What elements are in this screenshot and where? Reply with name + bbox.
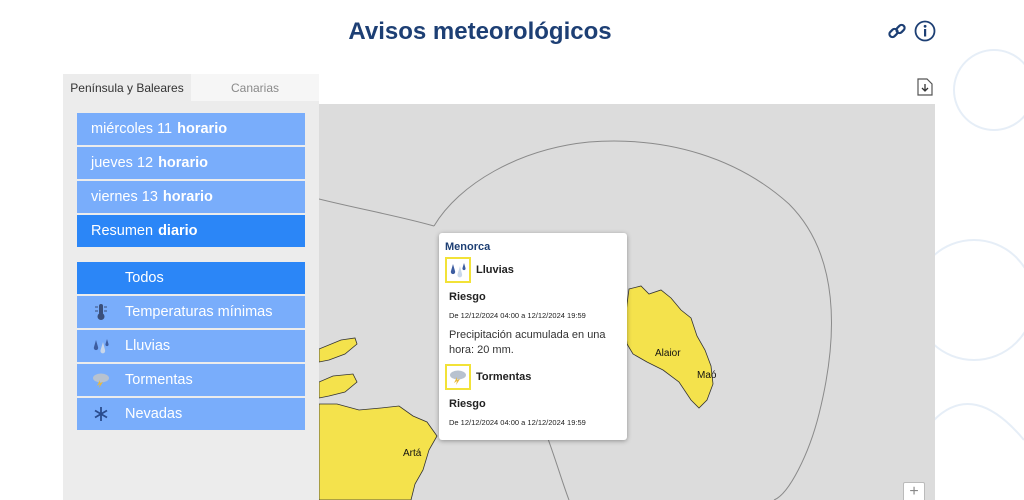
thermometer-icon (77, 303, 125, 321)
place-alaior: Alaior (655, 348, 681, 359)
day-list: miércoles 11 horario jueves 12 horario vie… (77, 113, 305, 249)
warning-popup: Menorca Lluvias Riesgo De 12/12/2024 04:… (439, 233, 627, 440)
day-mode: diario (158, 223, 198, 239)
alert-period: De 12/12/2024 04:00 a 12/12/2024 19:59 (449, 311, 586, 320)
alert-tormentas: Tormentas (445, 364, 621, 390)
type-item-todos[interactable]: Todos (77, 262, 305, 294)
type-label: Temperaturas mínimas (125, 304, 273, 320)
sidebar-panel: Península y Baleares Canarias miércoles … (63, 74, 319, 500)
warning-type-list: Todos Temperaturas mínimas Lluvias Torme… (77, 262, 305, 432)
alert-risk: Riesgo (449, 398, 486, 410)
rain-icon (445, 257, 471, 283)
day-mode: horario (162, 189, 213, 205)
alert-lluvias: Lluvias (445, 257, 621, 283)
type-item-temperaturas[interactable]: Temperaturas mínimas (77, 296, 305, 328)
menorca-island (624, 285, 714, 409)
background-watermark (934, 49, 1024, 441)
place-mao: Maó (697, 370, 717, 381)
tab-peninsula-baleares[interactable]: Península y Baleares (63, 74, 191, 101)
alert-name: Lluvias (476, 264, 514, 276)
day-mode: horario (177, 121, 228, 137)
tab-canarias[interactable]: Canarias (191, 74, 319, 101)
day-label: viernes 13 (91, 189, 158, 205)
mallorca-northeast (319, 337, 358, 363)
day-item-resumen[interactable]: Resumen diario (77, 215, 305, 247)
type-label: Lluvias (125, 338, 171, 354)
alert-risk: Riesgo (449, 291, 486, 303)
snowflake-icon (77, 406, 125, 422)
day-item-viernes[interactable]: viernes 13 horario (77, 181, 305, 213)
day-label: jueves 12 (91, 155, 154, 171)
type-item-tormentas[interactable]: Tormentas (77, 364, 305, 396)
link-icon[interactable] (886, 20, 908, 42)
alert-description: Precipitación acumulada en una hora: 20 … (449, 329, 606, 356)
type-label: Todos (125, 270, 164, 286)
download-icon[interactable] (917, 78, 933, 96)
day-label: miércoles 11 (91, 121, 173, 137)
region-tabs: Península y Baleares Canarias (63, 74, 319, 101)
mallorca-north (319, 373, 358, 399)
type-item-nevadas[interactable]: Nevadas (77, 398, 305, 430)
page-title: Avisos meteorológicos (348, 18, 612, 45)
day-mode: horario (158, 155, 209, 171)
day-label: Resumen (91, 223, 154, 239)
type-label: Tormentas (125, 372, 193, 388)
place-arta: Artá (403, 448, 422, 459)
warning-map[interactable]: Alaior Maó Artá + (319, 104, 935, 500)
type-label: Nevadas (125, 406, 183, 422)
day-item-jueves[interactable]: jueves 12 horario (77, 147, 305, 179)
alert-name: Tormentas (476, 371, 532, 383)
storm-icon (445, 364, 471, 390)
popup-region: Menorca (445, 241, 491, 253)
info-icon[interactable] (914, 20, 936, 42)
rain-icon (77, 338, 125, 354)
alert-period: De 12/12/2024 04:00 a 12/12/2024 19:59 (449, 418, 586, 427)
zoom-in-button[interactable]: + (903, 482, 925, 500)
type-item-lluvias[interactable]: Lluvias (77, 330, 305, 362)
storm-icon (77, 372, 125, 388)
day-item-miercoles[interactable]: miércoles 11 horario (77, 113, 305, 145)
